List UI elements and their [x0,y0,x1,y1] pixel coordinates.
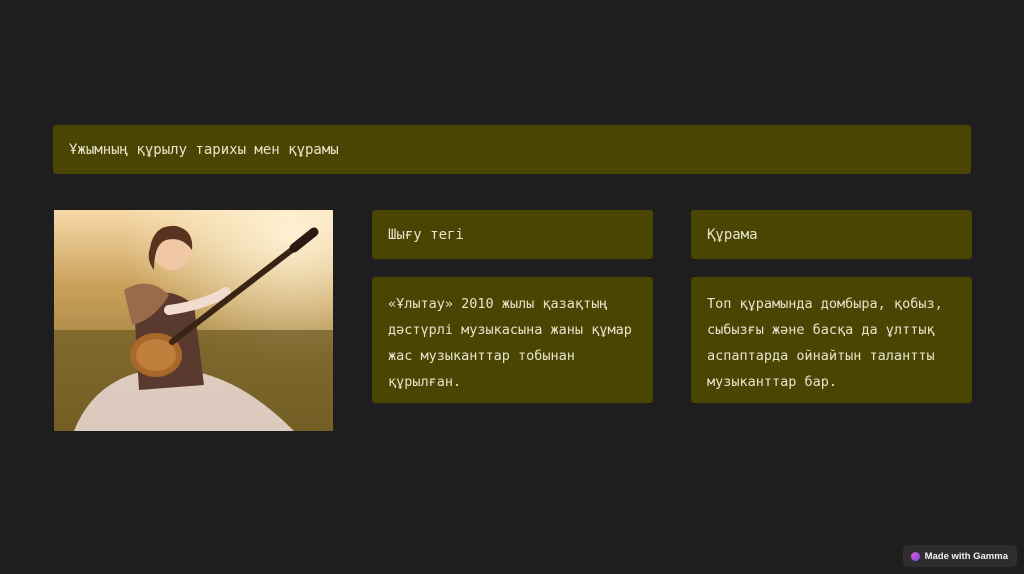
slide-title-box: Ұжымның құрылу тарихы мен құрамы [53,125,971,174]
origin-body-box: «Ұлытау» 2010 жылы қазақтың дәстүрлі муз… [372,277,653,403]
musician-photo-illustration [54,210,333,431]
members-body-box: Топ құрамында домбыра, қобыз, сыбызғы жә… [691,277,972,403]
slide-title: Ұжымның құрылу тарихы мен құрамы [69,141,339,158]
badge-label: Made with Gamma [924,550,1008,562]
origin-heading-box: Шығу тегі [372,210,653,259]
slide: Ұжымның құрылу тарихы мен құрамы Шығу те… [0,0,1024,574]
origin-heading: Шығу тегі [388,226,464,243]
members-heading-box: Құрама [691,210,972,259]
members-body-text: Топ құрамында домбыра, қобыз, сыбызғы жә… [707,296,943,390]
musician-photo [54,210,333,431]
members-heading: Құрама [707,226,758,243]
origin-body-text: «Ұлытау» 2010 жылы қазақтың дәстүрлі муз… [388,296,632,390]
made-with-gamma-badge[interactable]: Made with Gamma [902,545,1017,567]
gamma-logo-icon [910,551,920,561]
